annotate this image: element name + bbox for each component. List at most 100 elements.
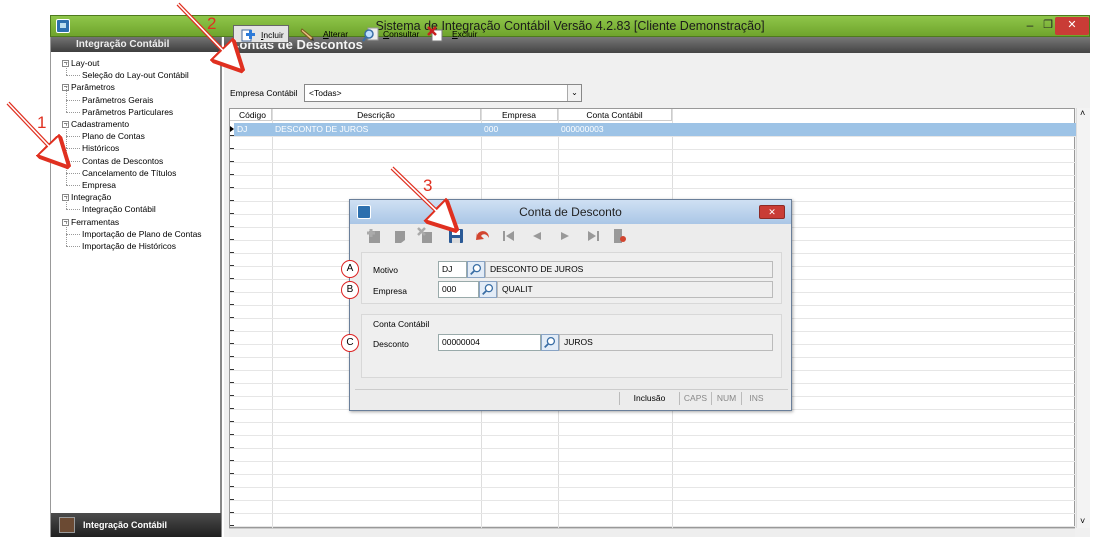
last-record-icon[interactable] [584,227,602,245]
dialog-add-icon[interactable] [365,227,383,245]
empresa-search-icon[interactable] [479,281,497,298]
add-icon [241,29,255,42]
horizontal-scrollbar[interactable] [229,528,1075,537]
status-ins: INS [741,392,771,405]
tree-connector [66,75,80,77]
tree-item-selecao-do-lay-out-contabil[interactable]: Seleção do Lay-out Contábil [82,69,189,81]
alterar-button[interactable]: Alterar [300,25,352,43]
alterar-label: Alterar [323,29,349,39]
tree-item-cancelamento-de-titulos[interactable]: Cancelamento de Títulos [82,167,176,179]
row-indicator-icon [230,126,234,132]
scroll-down-icon[interactable]: ˅ [1080,516,1085,526]
tree-item-importacao-de-historicos[interactable]: Importação de Históricos [82,240,176,252]
row-indicator-tick [230,356,234,357]
delete-icon [427,26,443,42]
dialog-close-icon[interactable]: ✕ [759,205,785,219]
tree-connector [66,99,80,101]
sidebar-footer-label: Integração Contábil [83,520,168,530]
minimize-icon[interactable]: – [1021,18,1039,34]
sidebar-footer[interactable]: Integração Contábil [51,513,221,537]
grid-row-line [230,422,1076,423]
tree-item-empresa[interactable]: Empresa [82,179,116,191]
cell-codigo: DJ [237,124,248,134]
tree-connector [66,221,67,234]
motivo-search-icon[interactable] [467,261,485,278]
row-indicator-tick [230,434,234,435]
excluir-button[interactable]: Excluir [427,25,479,43]
empresa-contabil-select[interactable]: <Todas> ⌄ [304,84,582,102]
chevron-down-icon[interactable]: ⌄ [567,85,581,101]
tree-item-parametros-gerais[interactable]: Parâmetros Gerais [82,94,153,106]
tree-item-historicos[interactable]: Históricos [82,142,119,154]
grid-row-line [230,461,1076,462]
grid-row-line [230,448,1076,449]
motivo-label: Motivo [373,265,399,275]
tree-connector [66,87,67,100]
dialog-app-icon [357,205,371,219]
tree-item-integracao[interactable]: Integração [71,191,111,203]
tree-connector [66,209,80,211]
tree-connector [66,124,67,137]
edit-icon [300,28,314,41]
row-indicator-tick [230,512,234,513]
tree-connector [66,136,80,138]
tree-connector [66,148,80,150]
dialog-delete-icon[interactable] [417,227,435,245]
grid-row-line [230,474,1076,475]
tree-item-contas-de-descontos[interactable]: Contas de Descontos [82,155,163,167]
tree-connector [66,185,80,186]
empresa-input[interactable]: 000 [438,281,479,298]
sidebar: Integração Contábil Lay-out − Seleção do L… [50,37,222,537]
cell-empresa: 000 [484,124,499,134]
tree-connector [66,148,67,161]
motivo-description: DESCONTO DE JUROS [485,261,773,278]
motivo-input[interactable]: DJ [438,261,467,278]
save-icon[interactable] [447,227,465,245]
tree-item-parametros[interactable]: Parâmetros [71,81,115,93]
next-record-icon[interactable] [556,227,574,245]
dialog-edit-icon[interactable] [391,227,409,245]
annotation-number-3: 3 [423,176,433,195]
conta-contabil-group-label: Conta Contábil [373,319,430,329]
desconto-description: JUROS [559,334,773,351]
tree-item-ferramentas[interactable]: Ferramentas [71,216,119,228]
sidebar-header: Integração Contábil [51,37,221,52]
tree-item-lay-out[interactable]: Lay-out [71,57,99,69]
status-num: NUM [711,392,741,405]
close-icon[interactable]: ✕ [1055,17,1089,35]
tree-connector [66,111,80,113]
tree-item-cadastramento[interactable]: Cadastramento [71,118,129,130]
grid-row-line [230,162,1076,163]
page-title: Contas de Descontos [224,37,1090,53]
vertical-scrollbar[interactable]: ˄ ˅ [1076,108,1090,528]
conta-desconto-dialog: Conta de Desconto ✕ A Motivo DJ DESCONTO… [341,199,792,411]
grid-row-line [230,175,1076,176]
tree-item-plano-de-contas[interactable]: Plano de Contas [82,130,145,142]
tree-item-importacao-de-plano-de-contas[interactable]: Importação de Plano de Contas [82,228,202,240]
grid-row-line [230,435,1076,436]
grid-row-line [230,526,1076,527]
row-indicator-tick [230,304,234,305]
desconto-label: Desconto [373,339,409,349]
desconto-input[interactable]: 00000004 [438,334,541,351]
tree-item-integracao-contabil[interactable]: Integração Contábil [82,203,156,215]
consultar-label: Consultar [383,29,420,39]
undo-icon[interactable] [474,227,492,245]
scroll-up-icon[interactable]: ˄ [1080,108,1085,118]
search-icon [362,27,379,42]
desconto-search-icon[interactable] [541,334,559,351]
row-indicator-tick [230,343,234,344]
row-indicator-tick [230,200,234,201]
tree-connector [66,172,67,185]
exit-icon[interactable] [610,227,628,245]
grid-row-line [230,500,1076,501]
first-record-icon[interactable] [500,227,518,245]
previous-record-icon[interactable] [528,227,546,245]
consultar-button[interactable]: Consultar [362,25,421,43]
row-indicator-tick [230,317,234,318]
incluir-button[interactable]: Incluir [233,25,289,43]
empresa-contabil-value: <Todas> [309,88,342,98]
row-indicator-tick [230,252,234,253]
tree-item-parametros-particulares[interactable]: Parâmetros Particulares [82,106,173,118]
grid-row-line [230,188,1076,189]
